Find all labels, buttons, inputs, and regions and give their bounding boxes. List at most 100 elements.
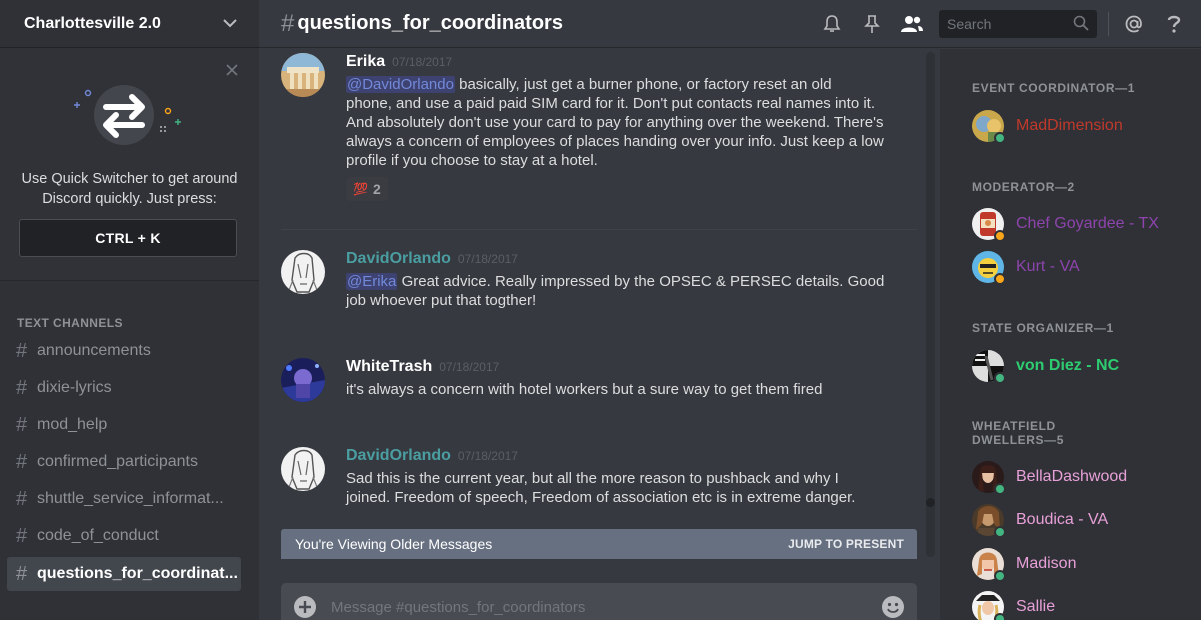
author-name[interactable]: Erika <box>346 53 385 71</box>
emoji-picker-icon[interactable] <box>881 595 905 619</box>
pin-icon[interactable] <box>859 11 885 37</box>
user-mention[interactable]: @Erika <box>346 273 398 290</box>
member-item[interactable]: Boudica - VA <box>972 502 1192 538</box>
message-text: @Erika Great advice. Really impressed by… <box>346 273 885 309</box>
server-name: Charlottesville 2.0 <box>24 14 161 32</box>
online-status-icon <box>994 483 1006 495</box>
quick-switcher-tip: Use Quick Switcher to get around Discord… <box>0 49 259 281</box>
member-item[interactable]: von Diez - NC <box>972 348 1192 384</box>
member-name: Sallie <box>1016 598 1056 615</box>
role-header: STATE ORGANIZER—1 <box>972 321 1114 335</box>
older-messages-bar[interactable]: You're Viewing Older Messages JUMP TO PR… <box>281 529 917 559</box>
scrollbar-thumb[interactable] <box>926 498 935 507</box>
message-text: it's always a concern with hotel workers… <box>346 381 823 398</box>
channel-code-of-conduct[interactable]: # code_of_conduct <box>7 519 241 553</box>
server-header[interactable]: Charlottesville 2.0 <box>0 0 259 48</box>
message-divider <box>281 229 917 230</box>
hash-icon: # <box>281 9 295 37</box>
channel-questions-for-coordinators[interactable]: # questions_for_coordinat... <box>7 557 241 591</box>
mentions-icon[interactable] <box>1121 11 1147 37</box>
bell-icon[interactable] <box>819 11 845 37</box>
older-messages-label: You're Viewing Older Messages <box>295 536 493 552</box>
search-icon <box>1073 15 1089 34</box>
avatar <box>972 350 1006 384</box>
jump-to-present-button[interactable]: JUMP TO PRESENT <box>788 537 904 551</box>
quick-switcher-text: Use Quick Switcher to get around Discord… <box>21 171 238 207</box>
member-name: Chef Goyardee - TX <box>1016 215 1159 232</box>
online-status-icon <box>994 526 1006 538</box>
members-icon[interactable] <box>899 11 925 37</box>
author-name[interactable]: DavidOrlando <box>346 447 451 465</box>
member-item[interactable]: Chef Goyardee - TX <box>972 206 1192 242</box>
avatar[interactable] <box>281 53 325 97</box>
avatar <box>972 461 1006 495</box>
hash-icon: # <box>16 487 28 510</box>
avatar <box>972 251 1006 285</box>
channel-announcements[interactable]: # announcements <box>7 334 241 368</box>
channel-mod-help[interactable]: # mod_help <box>7 408 241 442</box>
category-text-channels[interactable]: TEXT CHANNELS <box>17 316 123 330</box>
role-header: WHEATFIELD DWELLERS—5 <box>972 419 1065 447</box>
hash-icon: # <box>16 562 28 585</box>
hash-icon: # <box>16 524 28 547</box>
timestamp: 07/18/2017 <box>392 55 453 69</box>
member-item[interactable]: Kurt - VA <box>972 249 1192 285</box>
member-item[interactable]: BellaDashwood <box>972 459 1192 495</box>
timestamp: 07/18/2017 <box>457 252 518 266</box>
idle-status-icon <box>994 230 1006 242</box>
close-icon[interactable] <box>225 63 239 77</box>
message-body: WhiteTrash 07/18/2017 it's always a conc… <box>346 358 918 399</box>
channel-confirmed-participants[interactable]: # confirmed_participants <box>7 445 241 479</box>
quick-switcher-arrows-icon <box>68 85 188 155</box>
upload-plus-icon[interactable] <box>293 595 317 619</box>
toolbar-divider <box>1108 12 1109 36</box>
hash-icon: # <box>16 450 28 473</box>
message-body: DavidOrlando 07/18/2017 @Erika Great adv… <box>346 250 918 310</box>
avatar <box>972 110 1006 144</box>
message-body: Erika 07/18/2017 @DavidOrlando basically… <box>346 53 918 201</box>
member-item[interactable]: Sallie <box>972 589 1192 620</box>
search-placeholder: Search <box>947 16 992 32</box>
hash-icon: # <box>16 376 28 399</box>
channel-title: questions_for_coordinators <box>297 12 563 34</box>
shortcut-key[interactable]: CTRL + K <box>19 219 237 257</box>
hundred-points-icon: 💯 <box>353 182 368 196</box>
idle-status-icon <box>994 273 1006 285</box>
member-item[interactable]: Madison <box>972 546 1192 582</box>
avatar <box>972 208 1006 242</box>
author-name[interactable]: WhiteTrash <box>346 358 432 376</box>
avatar[interactable] <box>281 250 325 294</box>
member-item[interactable]: MadDimension <box>972 108 1192 144</box>
member-name: Kurt - VA <box>1016 258 1080 275</box>
avatar <box>972 548 1006 582</box>
message-input[interactable] <box>331 598 851 616</box>
chevron-down-icon[interactable] <box>223 17 237 31</box>
message-scrollbar[interactable] <box>926 52 935 557</box>
member-name: MadDimension <box>1016 117 1123 134</box>
timestamp: 07/18/2017 <box>457 449 518 463</box>
role-header: MODERATOR—2 <box>972 180 1075 194</box>
online-status-icon <box>994 372 1006 384</box>
online-status-icon <box>994 570 1006 582</box>
online-status-icon <box>994 613 1006 620</box>
avatar[interactable] <box>281 447 325 491</box>
channel-dixie-lyrics[interactable]: # dixie-lyrics <box>7 371 241 405</box>
channel-header: # questions_for_coordinators Search <box>259 0 1201 48</box>
help-icon[interactable] <box>1161 11 1187 37</box>
online-status-icon <box>994 132 1006 144</box>
header-toolbar: Search <box>812 0 1201 48</box>
message-text: Sad this is the current year, but all th… <box>346 470 856 506</box>
user-mention[interactable]: @DavidOrlando <box>346 76 455 93</box>
channel-shuttle-service[interactable]: # shuttle_service_informat... <box>7 482 241 516</box>
member-name: von Diez - NC <box>1016 357 1120 374</box>
message-text: @DavidOrlando basically, just get a burn… <box>346 76 884 169</box>
timestamp: 07/18/2017 <box>439 360 500 374</box>
hash-icon: # <box>16 413 28 436</box>
search-input[interactable]: Search <box>939 10 1097 38</box>
avatar <box>972 504 1006 538</box>
reaction-button[interactable]: 💯 2 <box>346 177 388 201</box>
avatar <box>972 591 1006 620</box>
author-name[interactable]: DavidOrlando <box>346 250 451 268</box>
member-name: Boudica - VA <box>1016 511 1109 528</box>
avatar[interactable] <box>281 358 325 402</box>
